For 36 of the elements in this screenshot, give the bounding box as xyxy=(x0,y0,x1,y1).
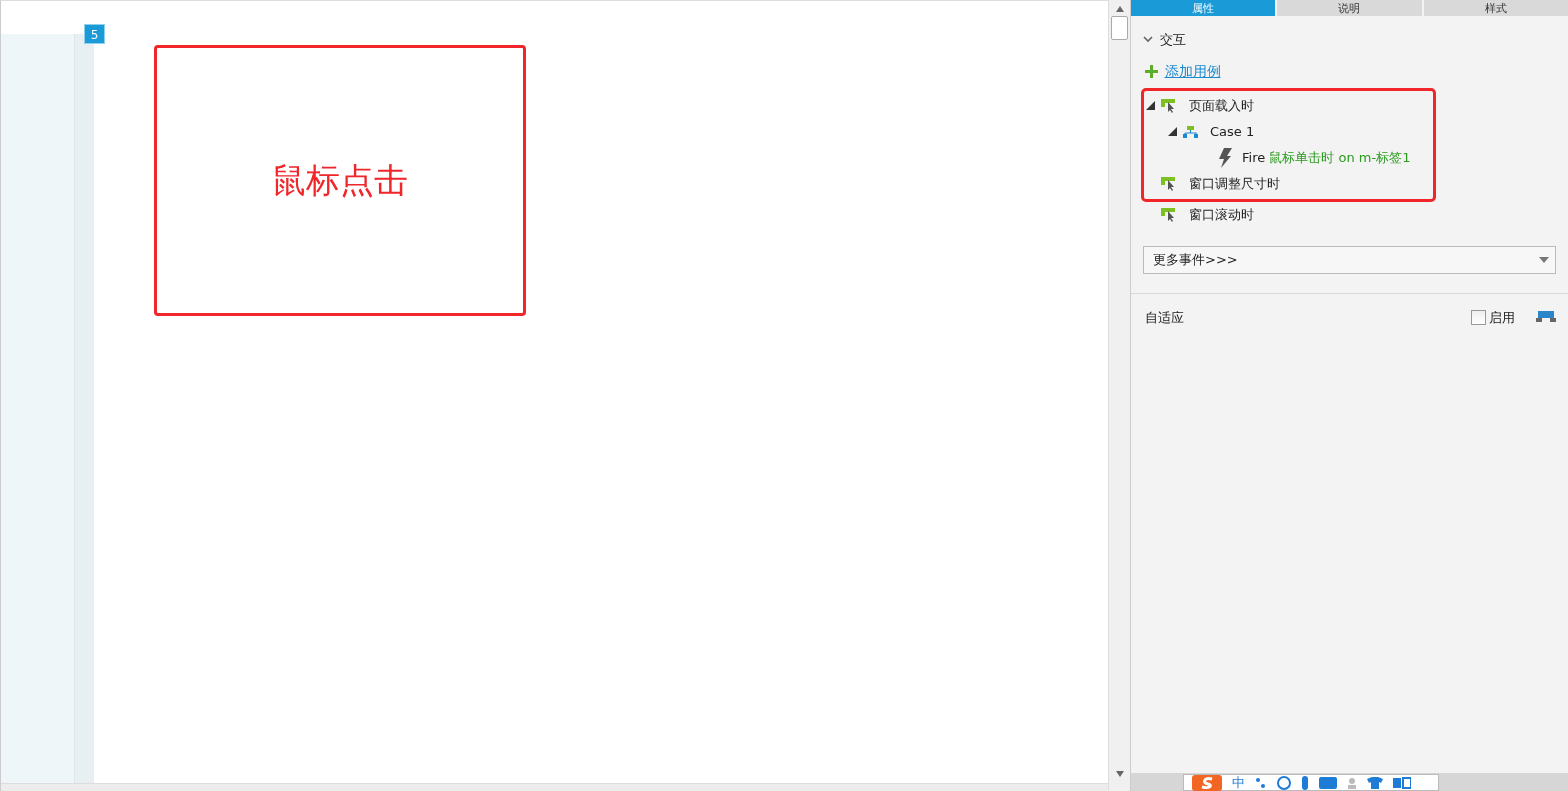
event-item[interactable]: 页面载入时 xyxy=(1189,95,1254,116)
shirt-icon xyxy=(1367,776,1383,789)
scroll-up-icon[interactable] xyxy=(1115,6,1124,12)
section-title: 交互 xyxy=(1159,31,1186,49)
event-cursor-icon xyxy=(1161,98,1177,113)
scroll-down-icon[interactable] xyxy=(1115,771,1124,777)
microphone-icon xyxy=(1301,775,1309,790)
action-item[interactable]: Fire 鼠标单击时 on m-标签1 xyxy=(1242,147,1411,168)
grid-icon xyxy=(1393,776,1411,789)
more-events-dropdown[interactable]: 更多事件>>> xyxy=(1143,245,1556,274)
ime-logo-icon[interactable] xyxy=(1192,774,1222,791)
lightning-icon xyxy=(1218,147,1232,168)
device-icon[interactable] xyxy=(1536,311,1556,324)
chevron-icon[interactable] xyxy=(1143,36,1153,44)
panel-tab[interactable]: 样式 xyxy=(1423,0,1568,16)
label-widget[interactable]: 鼠标点击 xyxy=(154,45,526,316)
case-tree-icon xyxy=(1183,125,1198,138)
event-item[interactable]: 窗口滚动时 xyxy=(1189,204,1254,225)
adaptive-label: 自适应 xyxy=(1145,308,1184,327)
horizontal-scrollbar[interactable] xyxy=(1,783,1108,791)
punctuation-icon xyxy=(1255,776,1267,789)
event-cursor-icon xyxy=(1161,176,1177,191)
page-badge: 5 xyxy=(84,24,105,44)
event-item[interactable]: 窗口调整尺寸时 xyxy=(1189,173,1280,194)
event-cursor-icon xyxy=(1161,207,1177,222)
add-case-link[interactable]: 添加用例 xyxy=(1164,60,1221,82)
case-item[interactable]: Case 1 xyxy=(1210,121,1255,142)
caret-icon xyxy=(1539,256,1549,263)
expand-triangle-icon[interactable] xyxy=(1146,101,1155,110)
enable-label: 启用 xyxy=(1488,308,1515,327)
ime-mode-button[interactable]: 中 xyxy=(1232,775,1245,790)
keyboard-icon xyxy=(1319,776,1337,789)
enable-checkbox[interactable] xyxy=(1470,309,1486,325)
scroll-thumb[interactable] xyxy=(1111,16,1128,40)
panel-tab[interactable]: 说明 xyxy=(1277,0,1422,16)
expand-triangle-icon[interactable] xyxy=(1168,127,1177,136)
